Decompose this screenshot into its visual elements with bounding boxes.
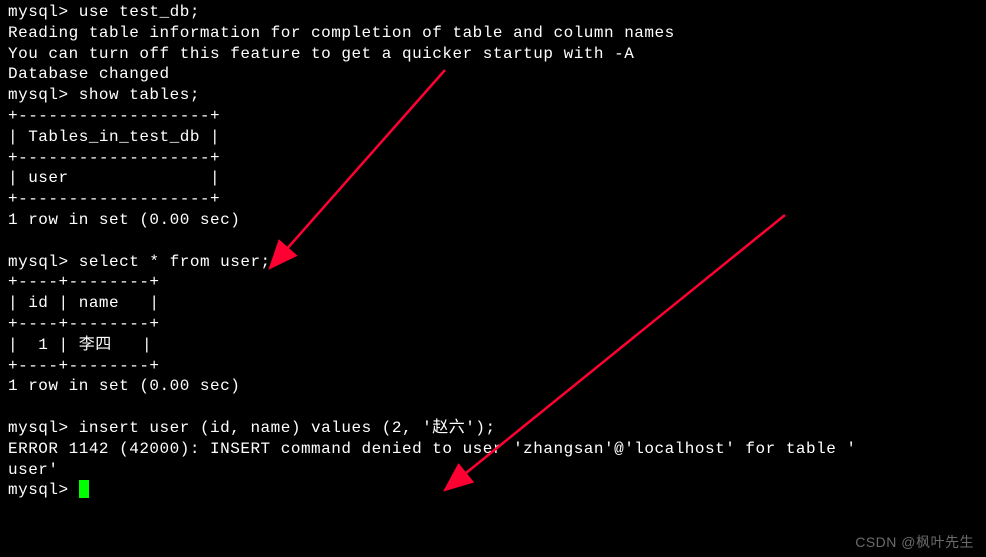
command-select-user: select * from user;	[79, 253, 271, 271]
terminal-line: mysql> select * from user;	[8, 252, 978, 273]
output-turn-off: You can turn off this feature to get a q…	[8, 44, 978, 65]
table-header: | Tables_in_test_db |	[8, 127, 978, 148]
table-separator: +----+--------+	[8, 272, 978, 293]
mysql-prompt: mysql>	[8, 86, 79, 104]
command-use-db: use test_db;	[79, 3, 200, 21]
output-error-cont: user'	[8, 460, 978, 481]
table-separator: +-------------------+	[8, 148, 978, 169]
table-row: | user |	[8, 168, 978, 189]
terminal-line: mysql> insert user (id, name) values (2,…	[8, 418, 978, 439]
output-row-count: 1 row in set (0.00 sec)	[8, 210, 978, 231]
table-separator: +-------------------+	[8, 106, 978, 127]
terminal-line: mysql> show tables;	[8, 85, 978, 106]
mysql-prompt: mysql>	[8, 482, 79, 500]
table-separator: +----+--------+	[8, 314, 978, 335]
mysql-prompt: mysql>	[8, 253, 79, 271]
table-separator: +----+--------+	[8, 356, 978, 377]
mysql-prompt: mysql>	[8, 419, 79, 437]
output-blank	[8, 397, 978, 418]
output-db-changed: Database changed	[8, 64, 978, 85]
watermark: CSDN @枫叶先生	[855, 533, 974, 551]
terminal-line: mysql> use test_db;	[8, 2, 978, 23]
command-show-tables: show tables;	[79, 86, 200, 104]
table-header: | id | name |	[8, 293, 978, 314]
mysql-prompt: mysql>	[8, 3, 79, 21]
terminal-cursor	[79, 480, 89, 498]
output-row-count: 1 row in set (0.00 sec)	[8, 376, 978, 397]
terminal-line[interactable]: mysql>	[8, 480, 978, 501]
output-blank	[8, 231, 978, 252]
output-reading-info: Reading table information for completion…	[8, 23, 978, 44]
table-separator: +-------------------+	[8, 189, 978, 210]
command-insert-user: insert user (id, name) values (2, '赵六');	[79, 419, 496, 437]
table-row: | 1 | 李四 |	[8, 335, 978, 356]
output-error: ERROR 1142 (42000): INSERT command denie…	[8, 439, 978, 460]
